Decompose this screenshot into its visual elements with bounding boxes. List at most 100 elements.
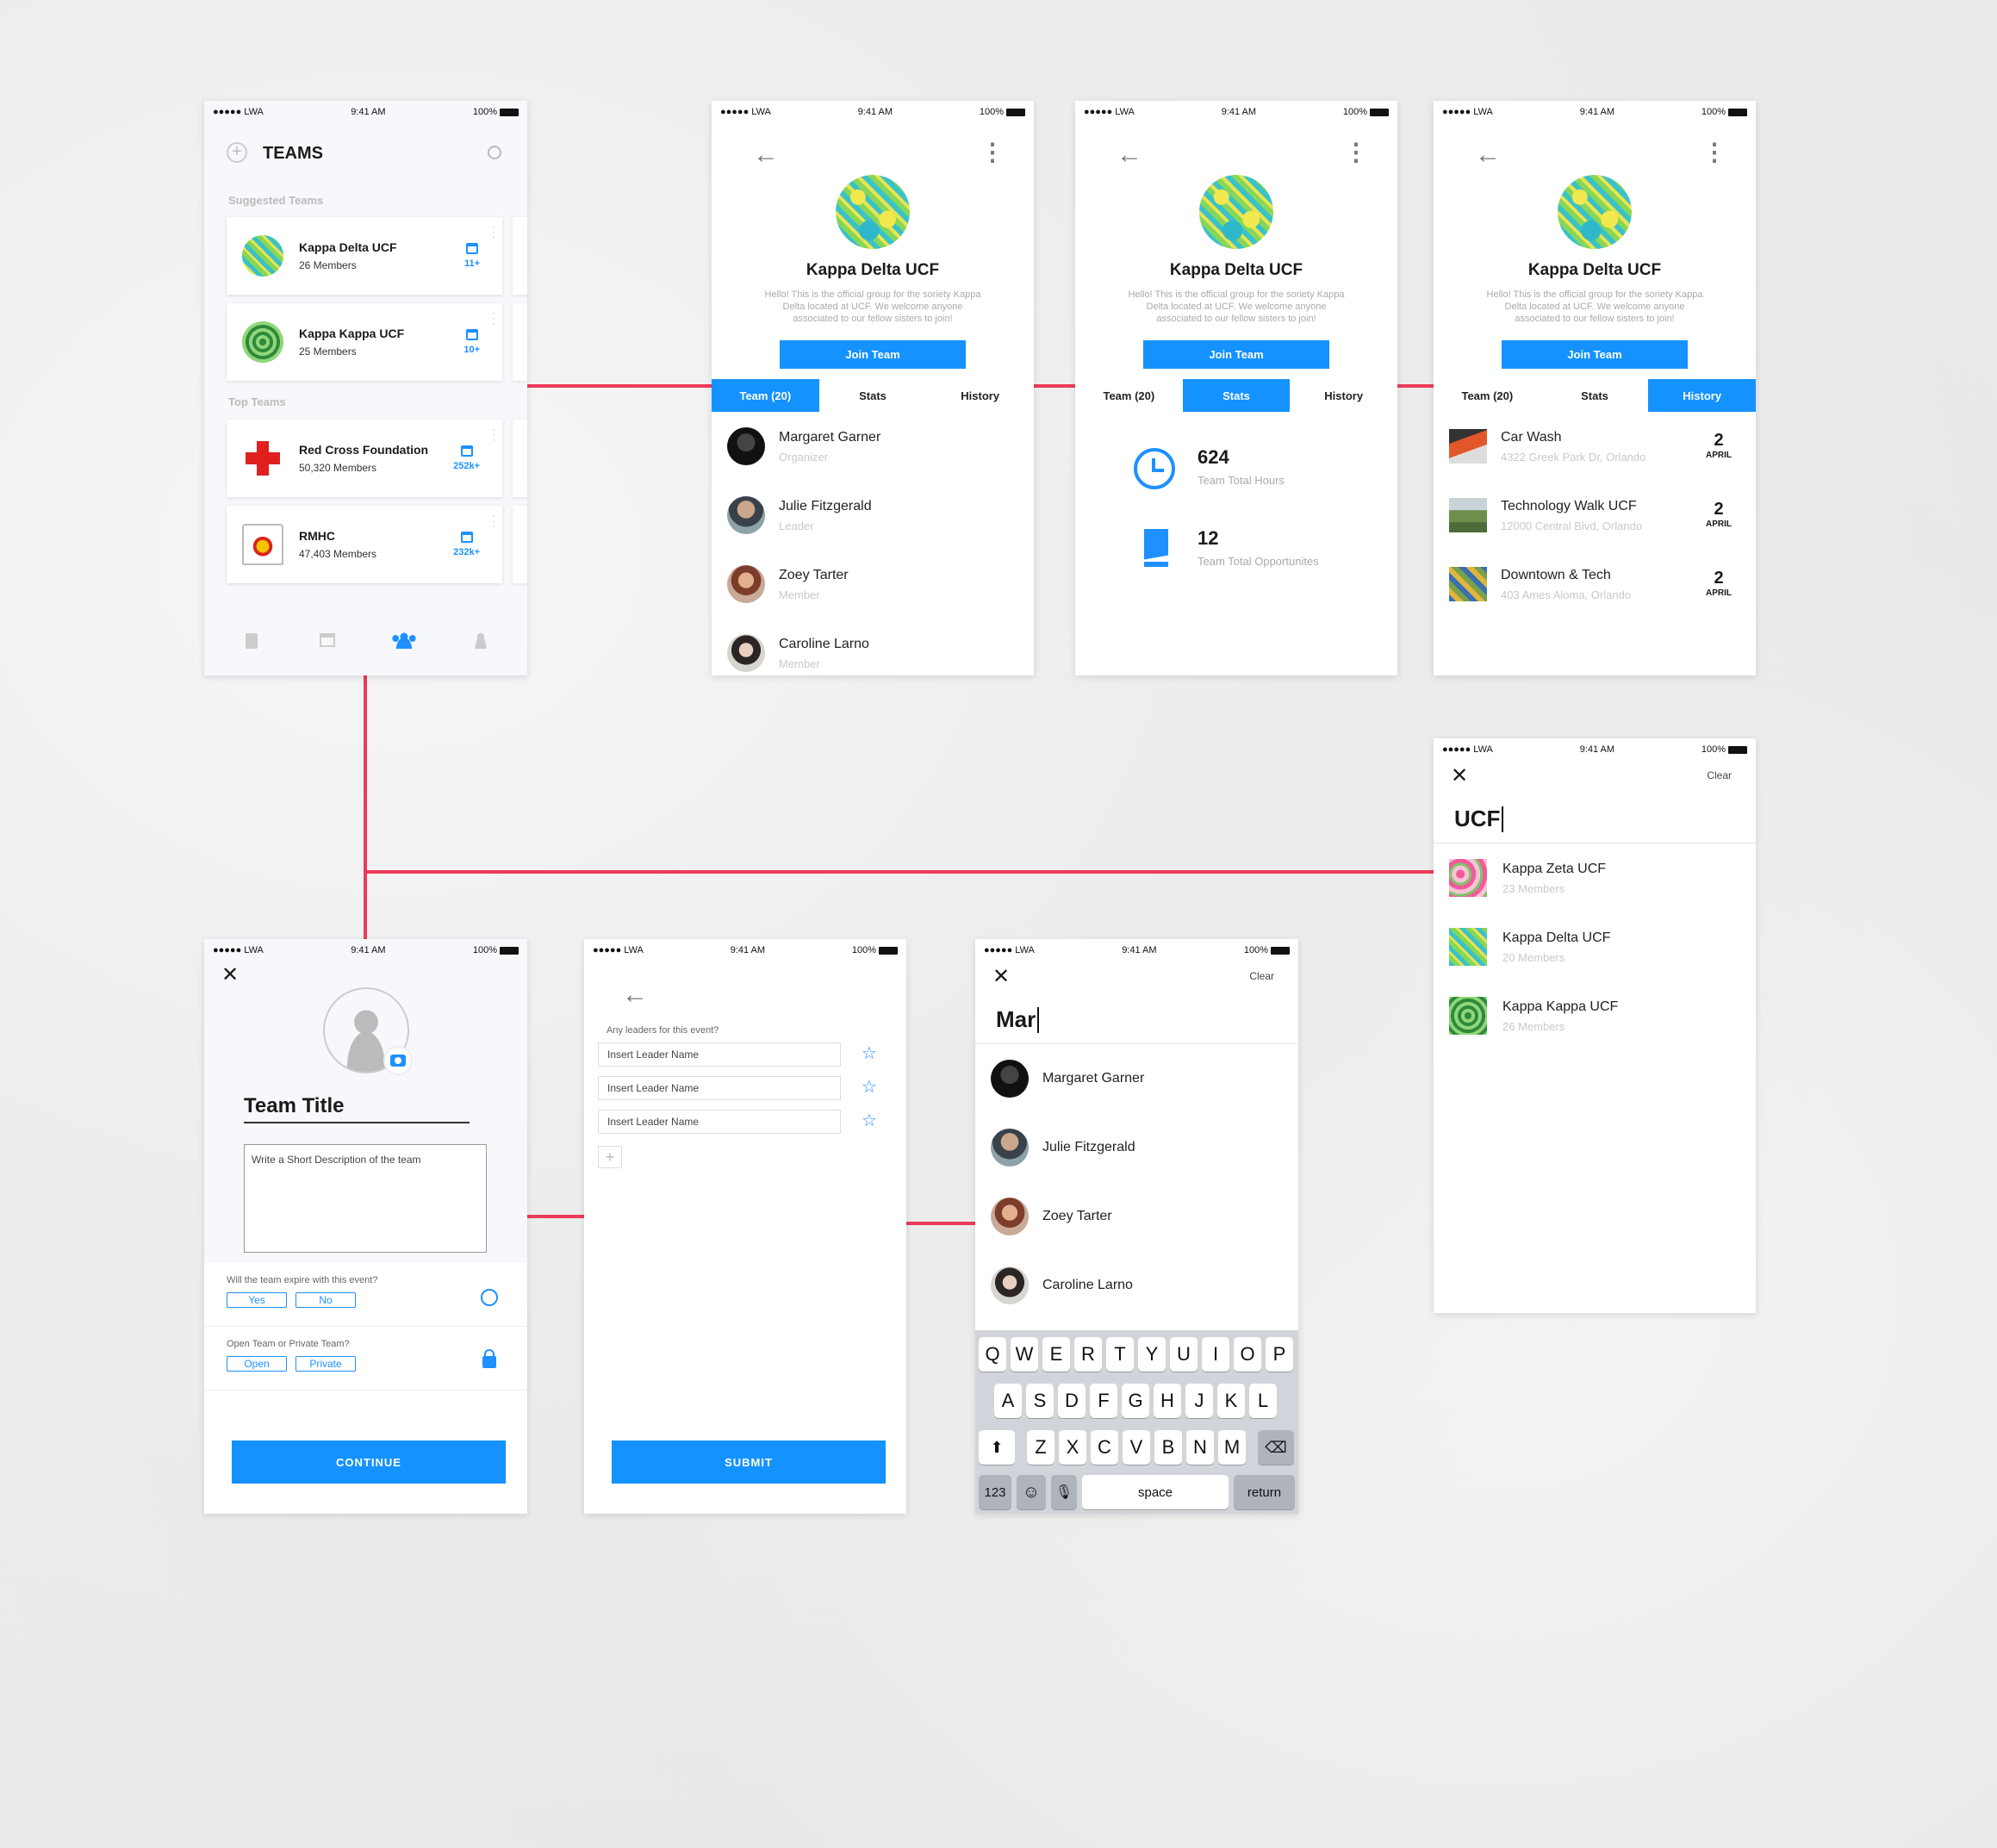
team-card[interactable]: Kappa Kappa UCF 25 Members 10+ · · · xyxy=(227,303,502,381)
more-icon[interactable]: · · · xyxy=(492,424,495,445)
key-k[interactable]: K xyxy=(1217,1384,1245,1418)
camera-icon[interactable] xyxy=(385,1048,411,1073)
more-icon[interactable]: · · · xyxy=(492,308,495,328)
key-c[interactable]: C xyxy=(1091,1430,1118,1465)
key-o[interactable]: O xyxy=(1234,1337,1261,1372)
join-team-button[interactable]: Join Team xyxy=(780,340,966,369)
history-row[interactable]: Technology Walk UCF 12000 Central Blvd, O… xyxy=(1434,481,1756,550)
member-result[interactable]: Caroline Larno xyxy=(975,1251,1298,1320)
member-result[interactable]: Zoey Tarter xyxy=(975,1182,1298,1251)
description-textarea[interactable]: Write a Short Description of the team xyxy=(244,1144,487,1253)
tab-history[interactable]: History xyxy=(1648,379,1756,412)
space-key[interactable]: space xyxy=(1082,1475,1229,1509)
back-arrow-icon[interactable]: ← xyxy=(1117,142,1142,168)
join-team-button[interactable]: Join Team xyxy=(1502,340,1688,369)
backspace-key-icon[interactable]: ⌫ xyxy=(1258,1430,1294,1465)
key-t[interactable]: T xyxy=(1106,1337,1134,1372)
add-circle-icon[interactable]: + xyxy=(227,142,247,163)
key-h[interactable]: H xyxy=(1154,1384,1181,1418)
search-result[interactable]: Kappa Kappa UCF 26 Members xyxy=(1434,981,1756,1050)
search-input[interactable]: UCF xyxy=(1434,795,1756,843)
member-search-input[interactable]: Mar xyxy=(975,996,1298,1044)
clear-button[interactable]: Clear xyxy=(1249,970,1274,982)
tab-team[interactable]: Team (20) xyxy=(1075,379,1183,412)
tab-profile-icon[interactable] xyxy=(473,632,488,649)
key-l[interactable]: L xyxy=(1249,1384,1277,1418)
key-q[interactable]: Q xyxy=(979,1337,1006,1372)
return-key[interactable]: return xyxy=(1234,1475,1295,1509)
yes-option[interactable]: Yes xyxy=(227,1292,287,1308)
close-icon[interactable]: ✕ xyxy=(221,965,239,986)
more-icon[interactable]: · · · xyxy=(492,510,495,531)
key-d[interactable]: D xyxy=(1058,1384,1086,1418)
tab-stats[interactable]: Stats xyxy=(1541,379,1649,412)
key-f[interactable]: F xyxy=(1090,1384,1117,1418)
key-r[interactable]: R xyxy=(1074,1337,1102,1372)
member-row[interactable]: Zoey Tarter Member xyxy=(712,550,1034,619)
tab-team[interactable]: Team (20) xyxy=(712,379,819,412)
key-v[interactable]: V xyxy=(1123,1430,1150,1465)
numbers-key[interactable]: 123 xyxy=(979,1475,1011,1509)
key-w[interactable]: W xyxy=(1011,1337,1038,1372)
key-j[interactable]: J xyxy=(1185,1384,1213,1418)
member-row[interactable]: Caroline Larno Member xyxy=(712,619,1034,675)
join-team-button[interactable]: Join Team xyxy=(1143,340,1329,369)
key-a[interactable]: A xyxy=(994,1384,1022,1418)
leader-name-field[interactable]: Insert Leader Name xyxy=(598,1042,841,1067)
shift-key-icon[interactable]: ⬆ xyxy=(979,1430,1015,1465)
back-arrow-icon[interactable]: ← xyxy=(1475,142,1501,168)
search-icon[interactable] xyxy=(488,146,501,159)
history-row[interactable]: Car Wash 4322 Greek Park Dr, Orlando 2 APRI… xyxy=(1434,412,1756,481)
key-p[interactable]: P xyxy=(1266,1337,1293,1372)
more-vertical-icon[interactable]: ⋮ xyxy=(1702,140,1726,165)
more-vertical-icon[interactable]: ⋮ xyxy=(1344,140,1368,165)
more-vertical-icon[interactable]: ⋮ xyxy=(980,140,1005,165)
team-title-field[interactable]: Team Title xyxy=(244,1094,470,1123)
tab-feed-icon[interactable] xyxy=(246,633,258,649)
back-arrow-icon[interactable]: ← xyxy=(753,142,779,168)
tab-stats[interactable]: Stats xyxy=(819,379,927,412)
member-row[interactable]: Margaret Garner Organizer xyxy=(712,412,1034,481)
tab-history[interactable]: History xyxy=(926,379,1034,412)
tab-stats[interactable]: Stats xyxy=(1182,379,1291,412)
close-icon[interactable]: ✕ xyxy=(1451,766,1468,787)
key-e[interactable]: E xyxy=(1042,1337,1070,1372)
clear-button[interactable]: Clear xyxy=(1707,769,1732,781)
tab-calendar-icon[interactable] xyxy=(320,633,335,647)
continue-button[interactable]: CONTINUE xyxy=(232,1440,506,1484)
key-n[interactable]: N xyxy=(1186,1430,1214,1465)
search-result[interactable]: Kappa Zeta UCF 23 Members xyxy=(1434,843,1756,912)
leader-name-field[interactable]: Insert Leader Name xyxy=(598,1076,841,1100)
emoji-key-icon[interactable]: ☺ xyxy=(1017,1475,1046,1509)
star-icon[interactable]: ☆ xyxy=(862,1076,877,1098)
key-y[interactable]: Y xyxy=(1138,1337,1166,1372)
star-icon[interactable]: ☆ xyxy=(862,1110,877,1131)
star-icon[interactable]: ☆ xyxy=(862,1042,877,1064)
back-arrow-icon[interactable]: ← xyxy=(622,982,648,1008)
private-option[interactable]: Private xyxy=(296,1356,356,1372)
member-result[interactable]: Julie Fitzgerald xyxy=(975,1113,1298,1182)
team-card[interactable]: RMHC 47,403 Members 232k+ · · · xyxy=(227,506,502,583)
member-row[interactable]: Julie Fitzgerald Leader xyxy=(712,481,1034,550)
key-b[interactable]: B xyxy=(1154,1430,1182,1465)
more-icon[interactable]: · · · xyxy=(492,221,495,242)
key-s[interactable]: S xyxy=(1026,1384,1054,1418)
no-option[interactable]: No xyxy=(296,1292,356,1308)
tab-team[interactable]: Team (20) xyxy=(1434,379,1541,412)
key-z[interactable]: Z xyxy=(1027,1430,1054,1465)
close-icon[interactable]: ✕ xyxy=(992,967,1010,987)
search-result[interactable]: Kappa Delta UCF 20 Members xyxy=(1434,912,1756,981)
history-row[interactable]: Downtown & Tech 403 Ames Aloma, Orlando 2 A… xyxy=(1434,550,1756,619)
key-x[interactable]: X xyxy=(1059,1430,1086,1465)
tab-teams-icon[interactable] xyxy=(392,632,416,649)
team-card[interactable]: Kappa Delta UCF 26 Members 11+ · · · xyxy=(227,217,502,295)
add-leader-button[interactable]: + xyxy=(598,1146,622,1168)
tab-history[interactable]: History xyxy=(1290,379,1397,412)
open-option[interactable]: Open xyxy=(227,1356,287,1372)
member-result[interactable]: Margaret Garner xyxy=(975,1044,1298,1113)
team-card[interactable]: Red Cross Foundation 50,320 Members 252k+… xyxy=(227,420,502,497)
leader-name-field[interactable]: Insert Leader Name xyxy=(598,1110,841,1134)
key-m[interactable]: M xyxy=(1218,1430,1246,1465)
key-u[interactable]: U xyxy=(1170,1337,1198,1372)
submit-button[interactable]: SUBMIT xyxy=(612,1440,886,1484)
